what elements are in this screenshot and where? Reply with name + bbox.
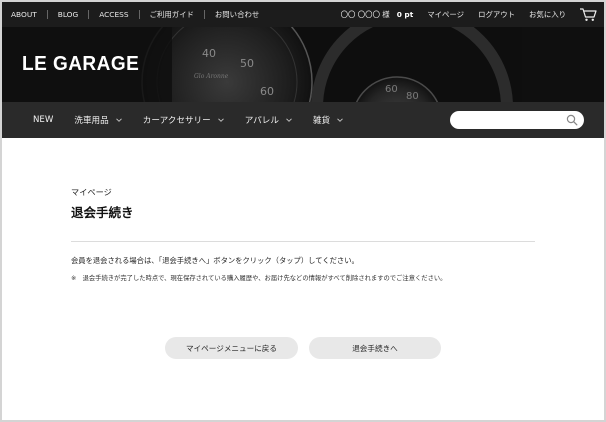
cart-icon[interactable] bbox=[578, 6, 598, 24]
divider bbox=[46, 10, 48, 19]
withdraw-warning-note: ※ 退会手続きが完了した時点で、現在保存されている購入履歴や、お届け先などの情報… bbox=[71, 275, 447, 282]
nav-item-new[interactable]: NEW bbox=[33, 115, 53, 125]
top-link-guide[interactable]: ご利用ガイド bbox=[150, 9, 194, 20]
top-links: ABOUT BLOG ACCESS ご利用ガイド お問い合わせ bbox=[11, 2, 259, 27]
svg-text:Glo Aronne: Glo Aronne bbox=[194, 73, 229, 80]
nav-item-label: 洗車用品 bbox=[74, 116, 109, 126]
back-to-mypage-button[interactable]: マイページメニューに戻る bbox=[165, 337, 298, 359]
user-name: 〇〇 〇〇〇 様 bbox=[340, 10, 390, 19]
search-input[interactable] bbox=[459, 114, 569, 133]
page-title: 退会手続き bbox=[71, 205, 134, 220]
svg-text:60: 60 bbox=[260, 85, 274, 98]
breadcrumb[interactable]: マイページ bbox=[71, 186, 112, 198]
search-box bbox=[450, 111, 584, 133]
proceed-withdraw-button[interactable]: 退会手続きへ bbox=[309, 337, 441, 359]
divider bbox=[138, 10, 140, 19]
svg-text:40: 40 bbox=[202, 47, 216, 60]
nav-item-label: NEW bbox=[33, 115, 54, 125]
divider bbox=[71, 241, 535, 242]
chevron-down-icon bbox=[337, 118, 343, 122]
svg-text:60: 60 bbox=[385, 84, 398, 95]
page-frame: ABOUT BLOG ACCESS ご利用ガイド お問い合わせ 〇〇 〇〇〇 様… bbox=[2, 2, 604, 420]
favorites-link[interactable]: お気に入り bbox=[529, 9, 566, 20]
site-logo[interactable]: LE GARAGE bbox=[22, 53, 139, 76]
nav-item-car-accessories[interactable]: カーアクセサリー bbox=[143, 114, 224, 126]
hero-banner: 40 50 60 Glo Aronne 60 80 LE GARAGE bbox=[2, 27, 604, 102]
account-area: 〇〇 〇〇〇 様 0 pt マイページ ログアウト お気に入り bbox=[341, 2, 598, 27]
nav-item-goods[interactable]: 雑貨 bbox=[313, 114, 343, 126]
divider bbox=[203, 10, 205, 19]
points-balance: 0 pt bbox=[396, 10, 414, 19]
top-link-about[interactable]: ABOUT bbox=[11, 10, 37, 19]
svg-text:80: 80 bbox=[406, 91, 419, 102]
top-utility-bar: ABOUT BLOG ACCESS ご利用ガイド お問い合わせ 〇〇 〇〇〇 様… bbox=[2, 2, 604, 27]
svg-text:50: 50 bbox=[240, 57, 254, 70]
withdraw-instructions: 会員を退会される場合は、「退会手続きへ」ボタンをクリック（タップ）してください。 bbox=[71, 256, 359, 265]
chevron-down-icon bbox=[286, 118, 292, 122]
search-icon[interactable] bbox=[566, 114, 578, 126]
nav-item-apparel[interactable]: アパレル bbox=[245, 114, 292, 126]
nav-item-label: アパレル bbox=[244, 116, 279, 126]
chevron-down-icon bbox=[115, 118, 122, 122]
logout-link[interactable]: ログアウト bbox=[478, 9, 515, 20]
mypage-link[interactable]: マイページ bbox=[427, 9, 464, 20]
top-link-access[interactable]: ACCESS bbox=[99, 10, 128, 19]
nav-item-label: 雑貨 bbox=[312, 116, 331, 126]
nav-item-label: カーアクセサリー bbox=[142, 116, 211, 126]
nav-item-car-wash[interactable]: 洗車用品 bbox=[74, 114, 122, 126]
top-link-contact[interactable]: お問い合わせ bbox=[215, 9, 259, 20]
top-link-blog[interactable]: BLOG bbox=[58, 10, 78, 19]
divider bbox=[88, 10, 90, 19]
chevron-down-icon bbox=[217, 118, 224, 122]
